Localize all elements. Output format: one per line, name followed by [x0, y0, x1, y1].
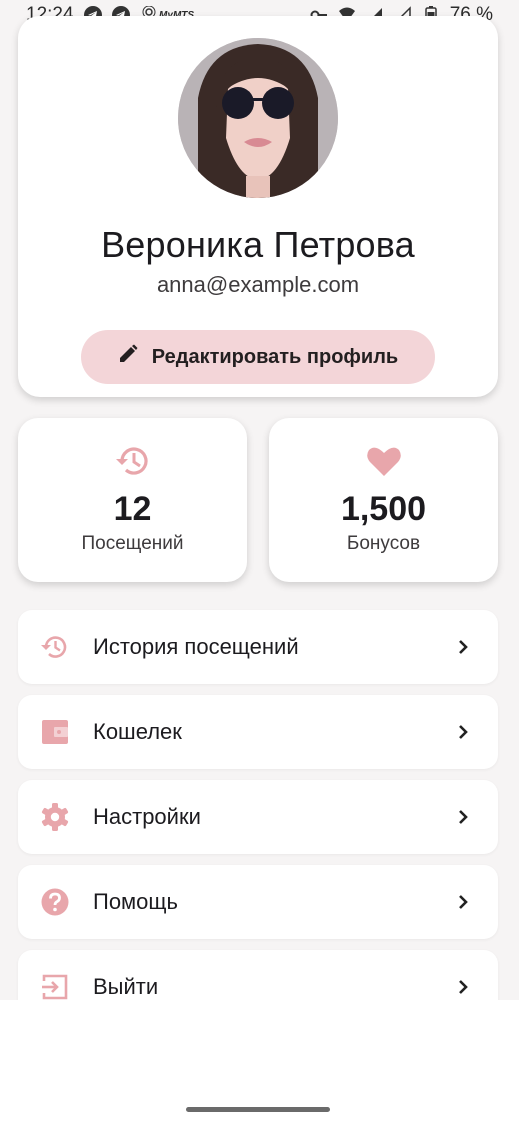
navigation-handle[interactable] [186, 1107, 330, 1112]
heart-icon [365, 442, 403, 480]
edit-profile-label: Редактировать профиль [151, 345, 399, 368]
chevron-right-icon [454, 723, 472, 741]
chevron-right-icon [454, 638, 472, 656]
stat-label-visits: Посещений [81, 533, 184, 554]
logout-icon [40, 972, 70, 1002]
menu-label-history: История посещений [93, 634, 299, 659]
avatar[interactable] [178, 38, 338, 198]
wallet-icon [40, 717, 70, 747]
chevron-right-icon [454, 808, 472, 826]
help-icon [40, 887, 70, 917]
edit-profile-button[interactable]: Редактировать профиль [81, 330, 435, 384]
chevron-right-icon [454, 978, 472, 996]
menu-item-wallet[interactable]: Кошелек [18, 695, 498, 769]
menu-label-wallet: Кошелек [93, 719, 182, 744]
history-icon [114, 442, 152, 480]
stat-card-visits[interactable]: 12 Посещений [18, 418, 247, 582]
menu-item-help[interactable]: Помощь [18, 865, 498, 939]
pencil-icon [118, 344, 138, 370]
menu-label-help: Помощь [93, 889, 178, 914]
profile-name: Вероника Петрова [101, 224, 415, 265]
gear-icon [40, 802, 70, 832]
menu-item-settings[interactable]: Настройки [18, 780, 498, 854]
chevron-right-icon [454, 893, 472, 911]
stat-card-bonuses[interactable]: 1,500 Бонусов [269, 418, 498, 582]
profile-card: Вероника Петрова anna@example.com Редакт… [18, 16, 498, 397]
stat-label-bonuses: Бонусов [346, 533, 421, 554]
menu-label-logout: Выйти [93, 974, 159, 999]
menu-label-settings: Настройки [93, 804, 201, 829]
stat-value-bonuses: 1,500 [340, 490, 427, 528]
history-icon [40, 632, 70, 662]
menu-item-history[interactable]: История посещений [18, 610, 498, 684]
profile-email: anna@example.com [156, 272, 360, 297]
stat-value-visits: 12 [113, 490, 152, 528]
